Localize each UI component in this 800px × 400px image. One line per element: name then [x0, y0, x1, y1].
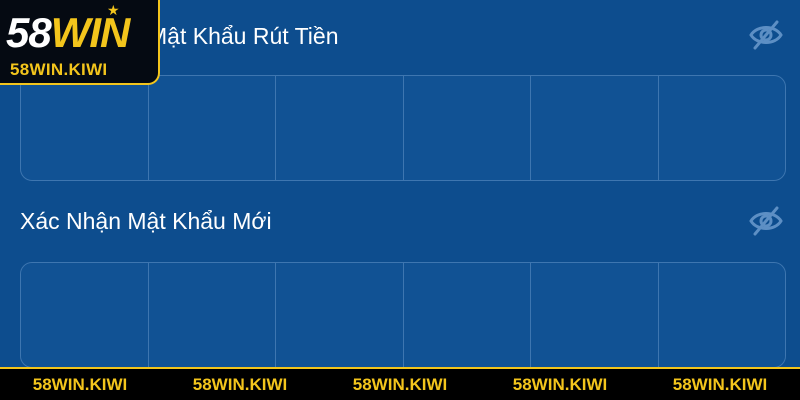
pin-cell[interactable] [21, 76, 149, 180]
pin-cell[interactable] [531, 76, 659, 180]
brand-logo: 58WIN ★ 58WIN.KIWI [0, 0, 160, 85]
pin-cell[interactable] [148, 263, 276, 367]
confirm-password-pin-input[interactable] [20, 262, 786, 368]
watermark-banner: 58WIN.KIWI 58WIN.KIWI 58WIN.KIWI 58WIN.K… [0, 367, 800, 400]
pin-cell[interactable] [276, 263, 404, 367]
pin-cell[interactable] [658, 263, 785, 367]
logo-number: 58 [6, 9, 52, 56]
eye-off-icon-svg [749, 206, 783, 236]
pin-cell[interactable] [21, 263, 149, 367]
pin-cell[interactable] [276, 76, 404, 180]
withdraw-password-pin-input[interactable] [20, 75, 786, 181]
confirm-password-label: Xác Nhận Mật Khẩu Mới [20, 208, 272, 234]
pin-cell[interactable] [148, 76, 276, 180]
logo-domain: 58WIN.KIWI [10, 60, 108, 79]
banner-text: 58WIN.KIWI [352, 374, 448, 394]
withdraw-password-label: Mật Khẩu Rút Tiền [148, 23, 339, 49]
banner-text: 58WIN.KIWI [32, 374, 128, 394]
pin-cell[interactable] [658, 76, 785, 180]
eye-off-icon[interactable] [748, 203, 784, 239]
eye-off-icon[interactable] [748, 17, 784, 53]
pin-cell[interactable] [403, 263, 531, 367]
banner-text: 58WIN.KIWI [192, 374, 288, 394]
banner-text: 58WIN.KIWI [672, 374, 768, 394]
banner-text: 58WIN.KIWI [512, 374, 608, 394]
eye-off-icon-svg [749, 20, 783, 50]
pin-cell[interactable] [531, 263, 659, 367]
pin-cell[interactable] [403, 76, 531, 180]
star-icon: ★ [107, 2, 120, 18]
